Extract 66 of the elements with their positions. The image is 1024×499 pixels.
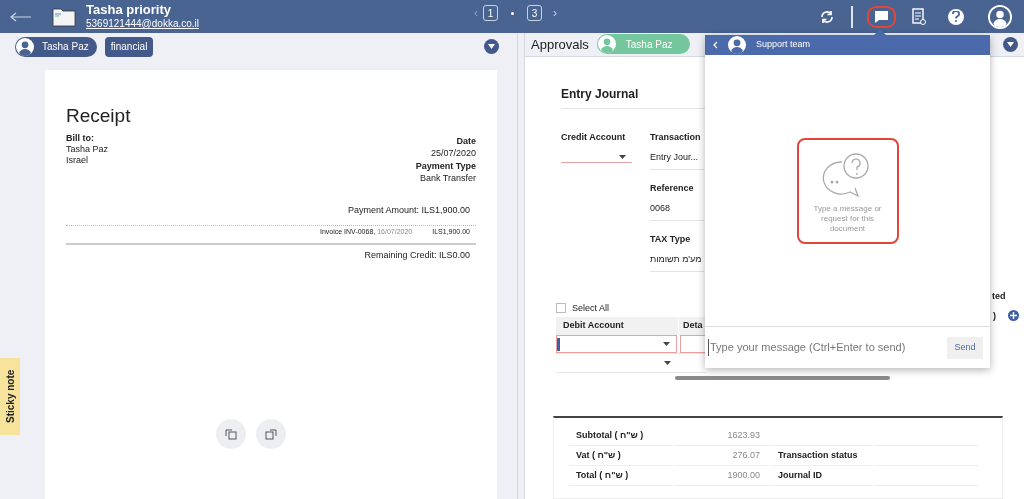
dropdown-button[interactable] [1003,36,1018,52]
bill-to-line: Tasha Paz [66,144,109,155]
approvals-label: Approvals [531,35,589,54]
debit-account-cell[interactable] [556,335,677,353]
tag-chip[interactable]: financial [104,36,154,57]
rotate-left-button[interactable] [216,419,246,449]
field-label: Credit Account [561,130,627,144]
bill-to-line: Israel [66,155,89,166]
bill-to-label: Bill to: [66,133,95,144]
payment-amount: Payment Amount: ILS1,900.00 [347,204,470,217]
page-number[interactable]: 3 [527,5,542,21]
dropdown-button[interactable] [484,39,499,54]
remaining-credit: Remaining Credit: ILS0.00 [364,248,470,262]
receipt-title: Receipt [66,106,132,125]
select-all-label: Select All [572,301,610,315]
back-icon[interactable] [713,41,718,49]
email-link[interactable]: 5369121444@dokka.co.il [86,18,199,31]
user-avatar-icon [990,6,1010,27]
select-all-checkbox[interactable] [556,303,566,314]
chat-title: Support team [756,38,811,52]
total-value: 1900.00 [675,466,768,486]
caret-icon [619,154,626,159]
date-value: 25/07/2020 [430,147,476,159]
field-label: Transaction [650,130,702,144]
column-header: Debit Account [556,319,679,333]
total-label: Subtotal ( ש"ח ) [569,426,673,446]
field-label: TAX Type [650,232,692,246]
document-title: Tasha priority [86,2,172,19]
sticky-note-tab[interactable]: Sticky note [0,358,20,435]
total-label: Vat ( ש"ח ) [569,446,673,466]
rotate-left-icon [224,427,238,441]
help-icon[interactable] [948,8,964,25]
column-header: ted [992,290,1006,303]
user-chip[interactable]: Tasha Paz [15,36,97,57]
avatar-icon [597,35,616,54]
folder-icon [52,6,76,27]
payment-type-label: Payment Type [415,160,476,172]
send-button[interactable]: Send [947,336,983,359]
caret-icon [663,342,670,346]
caret-icon [488,44,495,49]
payment-type-value: Bank Transfer [419,172,476,184]
chat-button[interactable] [867,5,896,28]
empty-chat-text: Type a message or request for this document [812,203,883,234]
chat-icon [874,9,889,24]
total-label: Total ( ש"ח ) [569,466,673,486]
page-number[interactable]: 1 [483,5,498,21]
table-cell-text: ) [993,310,996,323]
rotate-right-button[interactable] [256,419,286,449]
avatar-icon [16,37,34,56]
add-row-button[interactable] [1008,310,1019,321]
status-label: Transaction status [770,446,873,466]
total-value: 276.07 [675,446,768,466]
field-value[interactable]: 0068 [650,202,704,221]
next-page-button[interactable]: › [553,4,557,22]
field-label: Reference [650,181,695,195]
document-icon[interactable] [912,7,928,26]
message-input[interactable]: Type your message (Ctrl+Enter to send) [708,339,943,356]
total-value: 1623.93 [675,426,768,446]
rotate-right-icon [264,427,278,441]
caret-icon [1007,41,1014,47]
caret-icon [664,361,671,365]
field-value[interactable]: Entry Jour... [650,151,704,170]
column-header: Deta [682,319,703,333]
status-label: Journal ID [770,466,873,486]
field-value[interactable]: מע'מ תשומות [650,253,704,272]
date-label: Date [456,135,476,147]
